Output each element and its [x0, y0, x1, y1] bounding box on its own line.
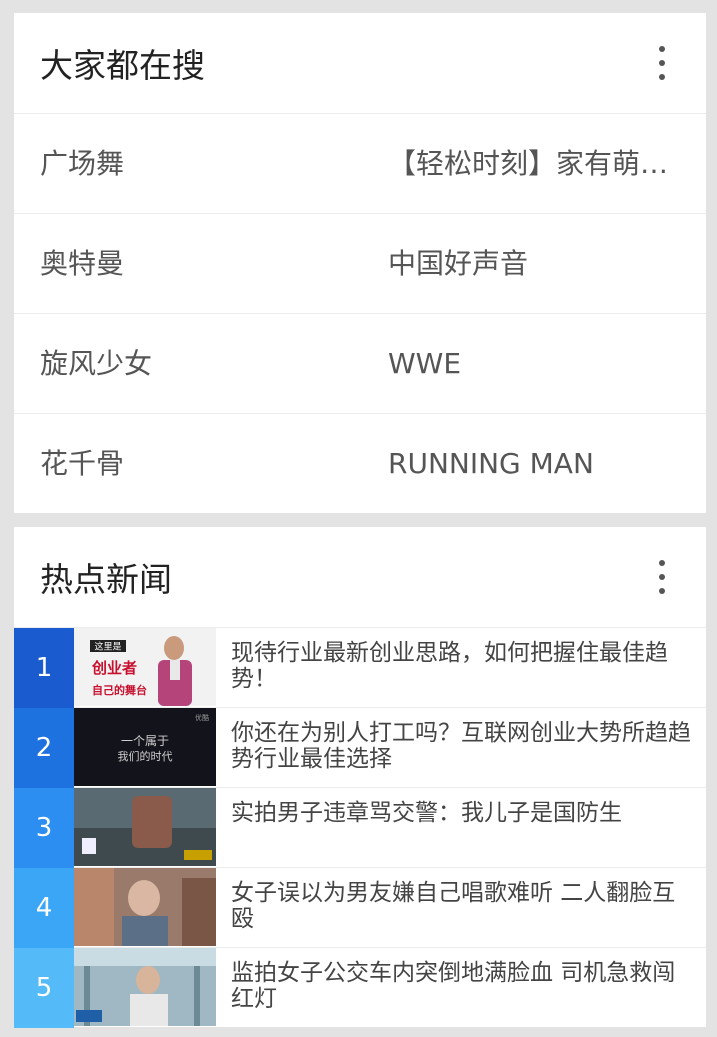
news-thumbnail: [74, 948, 216, 1026]
news-item[interactable]: 4 女子误以为男友嫌自己唱歌难听 二人翻脸互殴: [14, 868, 706, 948]
search-term-link[interactable]: 广场舞: [40, 114, 360, 214]
thumbnail-image: [74, 948, 216, 1026]
news-item[interactable]: 3 实拍男子违章骂交警：我儿子是国防生: [14, 788, 706, 868]
search-term-link[interactable]: RUNNING MAN: [388, 414, 688, 514]
news-thumbnail: 一个属于 我们的时代 优酷: [74, 708, 216, 786]
search-trends-card: 大家都在搜 广场舞 【轻松时刻】家有萌… 奥特曼 中国好声音 旋风少女 WWE …: [14, 13, 706, 513]
news-title: 监拍女子公交车内突倒地满脸血 司机急救闯红灯: [231, 960, 676, 1012]
rank-badge: 4: [14, 868, 74, 948]
news-title: 女子误以为男友嫌自己唱歌难听 二人翻脸互殴: [231, 880, 676, 932]
search-term-link[interactable]: WWE: [388, 314, 688, 414]
rank-number: 5: [35, 973, 53, 1003]
thumbnail-image: [74, 788, 216, 866]
search-term-link[interactable]: 中国好声音: [388, 214, 688, 314]
more-dot: [659, 560, 665, 566]
more-dot: [659, 46, 665, 52]
news-thumbnail: [74, 788, 216, 866]
rank-badge: 5: [14, 948, 74, 1028]
more-dot: [659, 574, 665, 580]
rank-number: 4: [35, 893, 53, 923]
thumb-caption: 一个属于: [121, 734, 169, 748]
rank-badge: 1: [14, 628, 74, 708]
news-title: 你还在为别人打工吗？互联网创业大势所趋趋势行业最佳选择: [231, 720, 691, 772]
thumb-caption: 我们的时代: [118, 749, 173, 763]
news-thumbnail: [74, 868, 216, 946]
search-row: 花千骨 RUNNING MAN: [14, 414, 706, 514]
rank-number: 2: [35, 733, 53, 763]
thumb-caption: 创业者: [91, 659, 137, 677]
news-item[interactable]: 5 监拍女子公交车内突倒地满脸血 司机急救闯红灯: [14, 948, 706, 1028]
search-trends-header: 大家都在搜: [14, 13, 706, 114]
search-term-link[interactable]: 旋风少女: [40, 314, 360, 414]
more-dot: [659, 588, 665, 594]
rank-badge: 3: [14, 788, 74, 868]
search-term-link[interactable]: 【轻松时刻】家有萌…: [388, 114, 688, 214]
more-dot: [659, 60, 665, 66]
news-title: 实拍男子违章骂交警：我儿子是国防生: [231, 800, 622, 826]
thumbnail-image: [74, 868, 216, 946]
search-term-link[interactable]: 花千骨: [40, 414, 360, 514]
search-trends-title: 大家都在搜: [40, 46, 205, 85]
news-item[interactable]: 1 这里是 创业者 自己的舞台 现待行业最新创业思路，如何把握住最佳趋势！: [14, 628, 706, 708]
more-vertical-icon[interactable]: [656, 560, 668, 594]
search-trends-grid: 广场舞 【轻松时刻】家有萌… 奥特曼 中国好声音 旋风少女 WWE 花千骨 RU…: [14, 114, 706, 514]
hot-news-card: 热点新闻 1 这里是 创业者 自己的舞台 现待行业最新创业思路，如何把握住最佳趋…: [14, 527, 706, 1028]
hot-news-title: 热点新闻: [40, 560, 172, 599]
thumb-caption: 自己的舞台: [92, 683, 147, 697]
rank-number: 3: [35, 813, 53, 843]
news-title: 现待行业最新创业思路，如何把握住最佳趋势！: [231, 640, 668, 692]
hot-news-header: 热点新闻: [14, 527, 706, 628]
search-row: 旋风少女 WWE: [14, 314, 706, 414]
more-vertical-icon[interactable]: [656, 46, 668, 80]
thumb-caption: 优酷: [195, 713, 209, 722]
thumbnail-image: 一个属于 我们的时代 优酷: [74, 708, 216, 786]
rank-badge: 2: [14, 708, 74, 788]
news-item[interactable]: 2 一个属于 我们的时代 优酷 你还在为别人打工吗？互联网创业大势所趋趋势行业最…: [14, 708, 706, 788]
search-row: 奥特曼 中国好声音: [14, 214, 706, 314]
thumb-caption: 这里是: [94, 641, 121, 653]
search-term-link[interactable]: 奥特曼: [40, 214, 360, 314]
hot-news-list: 1 这里是 创业者 自己的舞台 现待行业最新创业思路，如何把握住最佳趋势！ 2: [14, 628, 706, 1028]
search-row: 广场舞 【轻松时刻】家有萌…: [14, 114, 706, 214]
more-dot: [659, 74, 665, 80]
news-thumbnail: 这里是 创业者 自己的舞台: [74, 628, 216, 706]
thumbnail-image: 这里是 创业者 自己的舞台: [74, 628, 216, 706]
rank-number: 1: [35, 653, 53, 683]
